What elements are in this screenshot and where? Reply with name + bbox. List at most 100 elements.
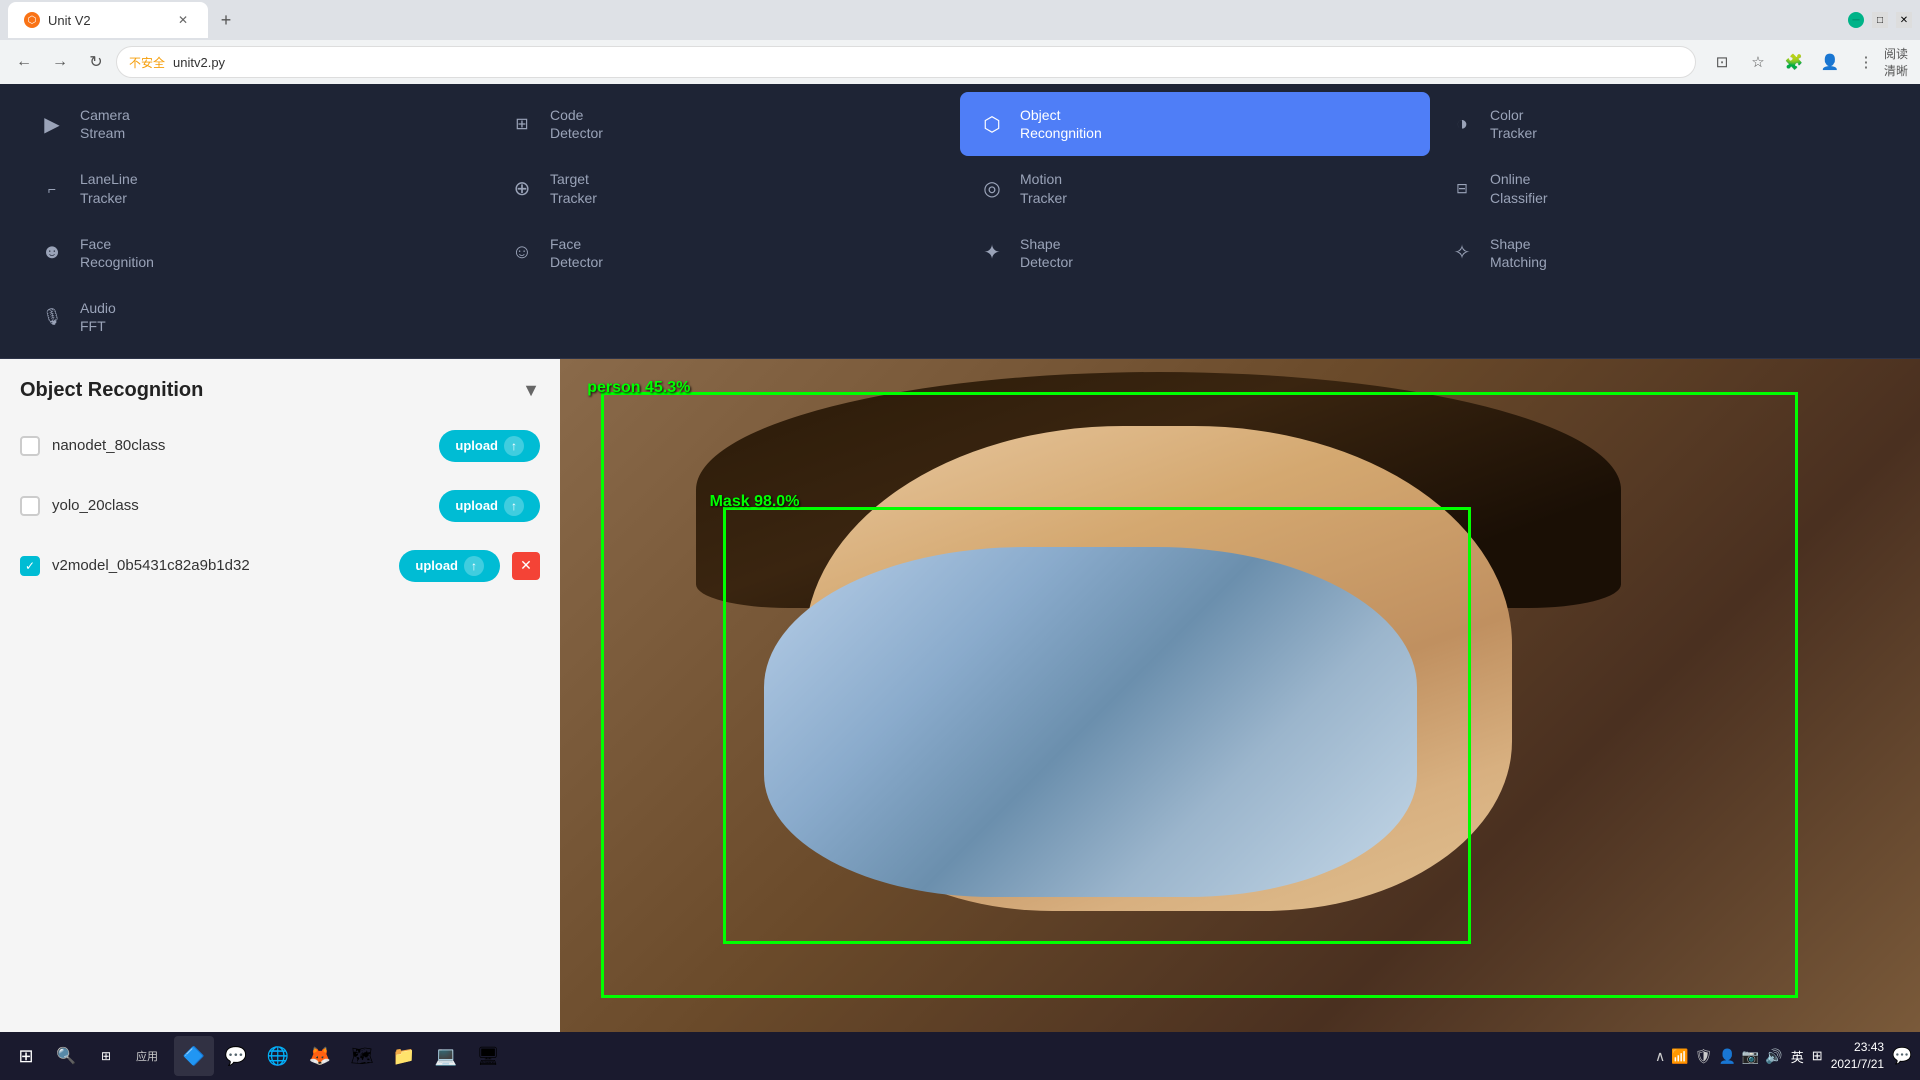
nav-item-camera-stream[interactable]: ▶ CameraStream xyxy=(20,92,490,156)
start-button[interactable]: ⊞ xyxy=(8,1038,44,1074)
volume-icon[interactable]: 🔊 xyxy=(1765,1048,1782,1065)
content-area: Object Recognition ▼ nanodet_80class upl… xyxy=(0,359,1920,1033)
nav-grid: ▶ CameraStream ⊞ CodeDetector ⬡ ObjectRe… xyxy=(0,92,1920,350)
active-tab[interactable]: ⬡ Unit V2 ✕ xyxy=(8,2,208,38)
language-indicator: 英 xyxy=(1791,1047,1804,1066)
nav-item-face-detector[interactable]: ☺ FaceDetector xyxy=(490,221,960,285)
model-checkbox-yolo[interactable] xyxy=(20,496,40,516)
search-button[interactable]: 🔍 xyxy=(48,1038,84,1074)
clock-time: 23:43 xyxy=(1831,1039,1884,1056)
panel-collapse-button[interactable]: ▼ xyxy=(522,380,540,401)
shape-matching-icon: ✧ xyxy=(1446,237,1478,269)
nav-item-motion-tracker[interactable]: ◎ MotionTracker xyxy=(960,156,1430,220)
maps-icon: 🗺 xyxy=(351,1046,374,1067)
nav-item-online-classifier[interactable]: ⊟ OnlineClassifier xyxy=(1430,156,1900,220)
browser-toolbar: ⊡ ☆ 🧩 👤 ⋮ xyxy=(1708,48,1880,76)
system-tray-icons: ∧ 📶 🛡 👤 📷 🔊 xyxy=(1655,1048,1783,1065)
taskbar-apps: 🔷 💬 🌐 🦊 🗺 📁 💻 🖥 xyxy=(174,1036,508,1076)
taskbar-clock: 23:43 2021/7/21 xyxy=(1831,1039,1884,1073)
back-button[interactable]: ← xyxy=(8,46,40,78)
model-name-v2model: v2model_0b5431c82a9b1d32 xyxy=(52,557,387,574)
clock-date: 2021/7/21 xyxy=(1831,1056,1884,1073)
nav-label-object-recognition: ObjectRecongnition xyxy=(1020,106,1102,142)
upload-button-v2model[interactable]: upload ↑ xyxy=(399,550,500,582)
model-name-nanodet: nanodet_80class xyxy=(52,437,427,454)
code-detector-icon: ⊞ xyxy=(506,108,538,140)
panel-title: Object Recognition xyxy=(20,379,203,402)
model-item-nanodet: nanodet_80class upload ↑ xyxy=(20,422,540,470)
taskbar-app-filemanager[interactable]: 📁 xyxy=(384,1036,424,1076)
security-warning: 不安全 xyxy=(129,54,165,71)
extensions-icon[interactable]: 🧩 xyxy=(1780,48,1808,76)
new-tab-button[interactable]: + xyxy=(212,6,240,34)
menu-icon[interactable]: ⋮ xyxy=(1852,48,1880,76)
forward-button[interactable]: → xyxy=(44,46,76,78)
face-detector-icon: ☺ xyxy=(506,237,538,269)
widgets-button[interactable]: ⊞ xyxy=(88,1038,124,1074)
apps-label: 应用 xyxy=(128,1044,166,1068)
network-icon[interactable]: 📶 xyxy=(1671,1048,1688,1065)
nav-item-code-detector[interactable]: ⊞ CodeDetector xyxy=(490,92,960,156)
model-name-yolo: yolo_20class xyxy=(52,497,427,514)
nav-label-color-tracker: ColorTracker xyxy=(1490,106,1537,142)
camera-icon[interactable]: 📷 xyxy=(1742,1048,1759,1065)
window-control-maximize[interactable]: □ xyxy=(1872,12,1888,28)
motion-tracker-icon: ◎ xyxy=(976,173,1008,205)
bookmark-icon[interactable]: ☆ xyxy=(1744,48,1772,76)
laneline-tracker-icon: ⌐ xyxy=(36,173,68,205)
taskbar-app-terminal[interactable]: 🖥 xyxy=(468,1036,508,1076)
refresh-button[interactable]: ↻ xyxy=(80,46,112,78)
address-bar[interactable]: 不安全 unitv2.py xyxy=(116,46,1696,78)
browser-chrome: ⬡ Unit V2 ✕ + ─ □ ✕ ← → ↻ 不安全 unitv2.py … xyxy=(0,0,1920,84)
upload-button-yolo[interactable]: upload ↑ xyxy=(439,490,540,522)
nav-item-shape-matching[interactable]: ✧ ShapeMatching xyxy=(1430,221,1900,285)
taskbar-app-slack[interactable]: 🔷 xyxy=(174,1036,214,1076)
window-control-minimize[interactable]: ─ xyxy=(1848,12,1864,28)
object-recognition-icon: ⬡ xyxy=(976,108,1008,140)
model-checkbox-v2model[interactable]: ✓ xyxy=(20,556,40,576)
camera-stream-icon: ▶ xyxy=(36,108,68,140)
nav-label-motion-tracker: MotionTracker xyxy=(1020,170,1067,206)
nav-label-laneline-tracker: LaneLineTracker xyxy=(80,170,138,206)
slack-icon: 🔷 xyxy=(183,1046,205,1067)
nav-label-face-recognition: FaceRecognition xyxy=(80,235,154,271)
audio-fft-icon: 🎙 xyxy=(36,301,68,333)
nav-item-target-tracker[interactable]: ⊕ TargetTracker xyxy=(490,156,960,220)
tab-bar: ⬡ Unit V2 ✕ + ─ □ ✕ xyxy=(0,0,1920,40)
nav-item-face-recognition[interactable]: ☻ FaceRecognition xyxy=(20,221,490,285)
upload-label-nanodet: upload xyxy=(455,438,498,453)
taskbar: ⊞ 🔍 ⊞ 应用 🔷 💬 🌐 🦊 🗺 📁 💻 🖥 ∧ 📶 xyxy=(0,1032,1920,1080)
user-icon[interactable]: 👤 xyxy=(1718,1048,1735,1065)
reader-mode-icon[interactable]: 阅读清晰 xyxy=(1884,48,1912,76)
tab-close-button[interactable]: ✕ xyxy=(174,11,192,29)
tray-arrow-icon[interactable]: ∧ xyxy=(1655,1048,1665,1065)
browser-controls: ← → ↻ 不安全 unitv2.py ⊡ ☆ 🧩 👤 ⋮ 阅读清晰 xyxy=(0,40,1920,84)
window-control-close[interactable]: ✕ xyxy=(1896,12,1912,28)
taskbar-app-firefox[interactable]: 🦊 xyxy=(300,1036,340,1076)
notification-icon[interactable]: 💬 xyxy=(1892,1046,1912,1066)
delete-button-v2model[interactable]: ✕ xyxy=(512,552,540,580)
cast-icon[interactable]: ⊡ xyxy=(1708,48,1736,76)
taskbar-app-wechat[interactable]: 💬 xyxy=(216,1036,256,1076)
nav-item-color-tracker[interactable]: ◑ ColorTracker xyxy=(1430,92,1900,156)
detection-label-mask: Mask 98.0% xyxy=(710,493,800,511)
nav-item-shape-detector[interactable]: ✦ ShapeDetector xyxy=(960,221,1430,285)
taskbar-app-chrome[interactable]: 🌐 xyxy=(258,1036,298,1076)
nav-item-audio-fft[interactable]: 🎙 AudioFFT xyxy=(20,285,490,349)
nav-label-target-tracker: TargetTracker xyxy=(550,170,597,206)
nav-item-laneline-tracker[interactable]: ⌐ LaneLineTracker xyxy=(20,156,490,220)
face-recognition-icon: ☻ xyxy=(36,237,68,269)
antivirus-icon[interactable]: 🛡 xyxy=(1695,1048,1713,1065)
nav-item-object-recognition[interactable]: ⬡ ObjectRecongnition xyxy=(960,92,1430,156)
filemanager-icon: 📁 xyxy=(393,1046,415,1067)
nav-label-face-detector: FaceDetector xyxy=(550,235,603,271)
profile-icon[interactable]: 👤 xyxy=(1816,48,1844,76)
chrome-icon: 🌐 xyxy=(267,1046,289,1067)
taskbar-app-maps[interactable]: 🗺 xyxy=(342,1036,382,1076)
detection-box-mask xyxy=(723,507,1471,945)
model-checkbox-nanodet[interactable] xyxy=(20,436,40,456)
tab-favicon: ⬡ xyxy=(24,12,40,28)
upload-button-nanodet[interactable]: upload ↑ xyxy=(439,430,540,462)
taskbar-app-ide[interactable]: 💻 xyxy=(426,1036,466,1076)
url-text: unitv2.py xyxy=(173,55,225,70)
